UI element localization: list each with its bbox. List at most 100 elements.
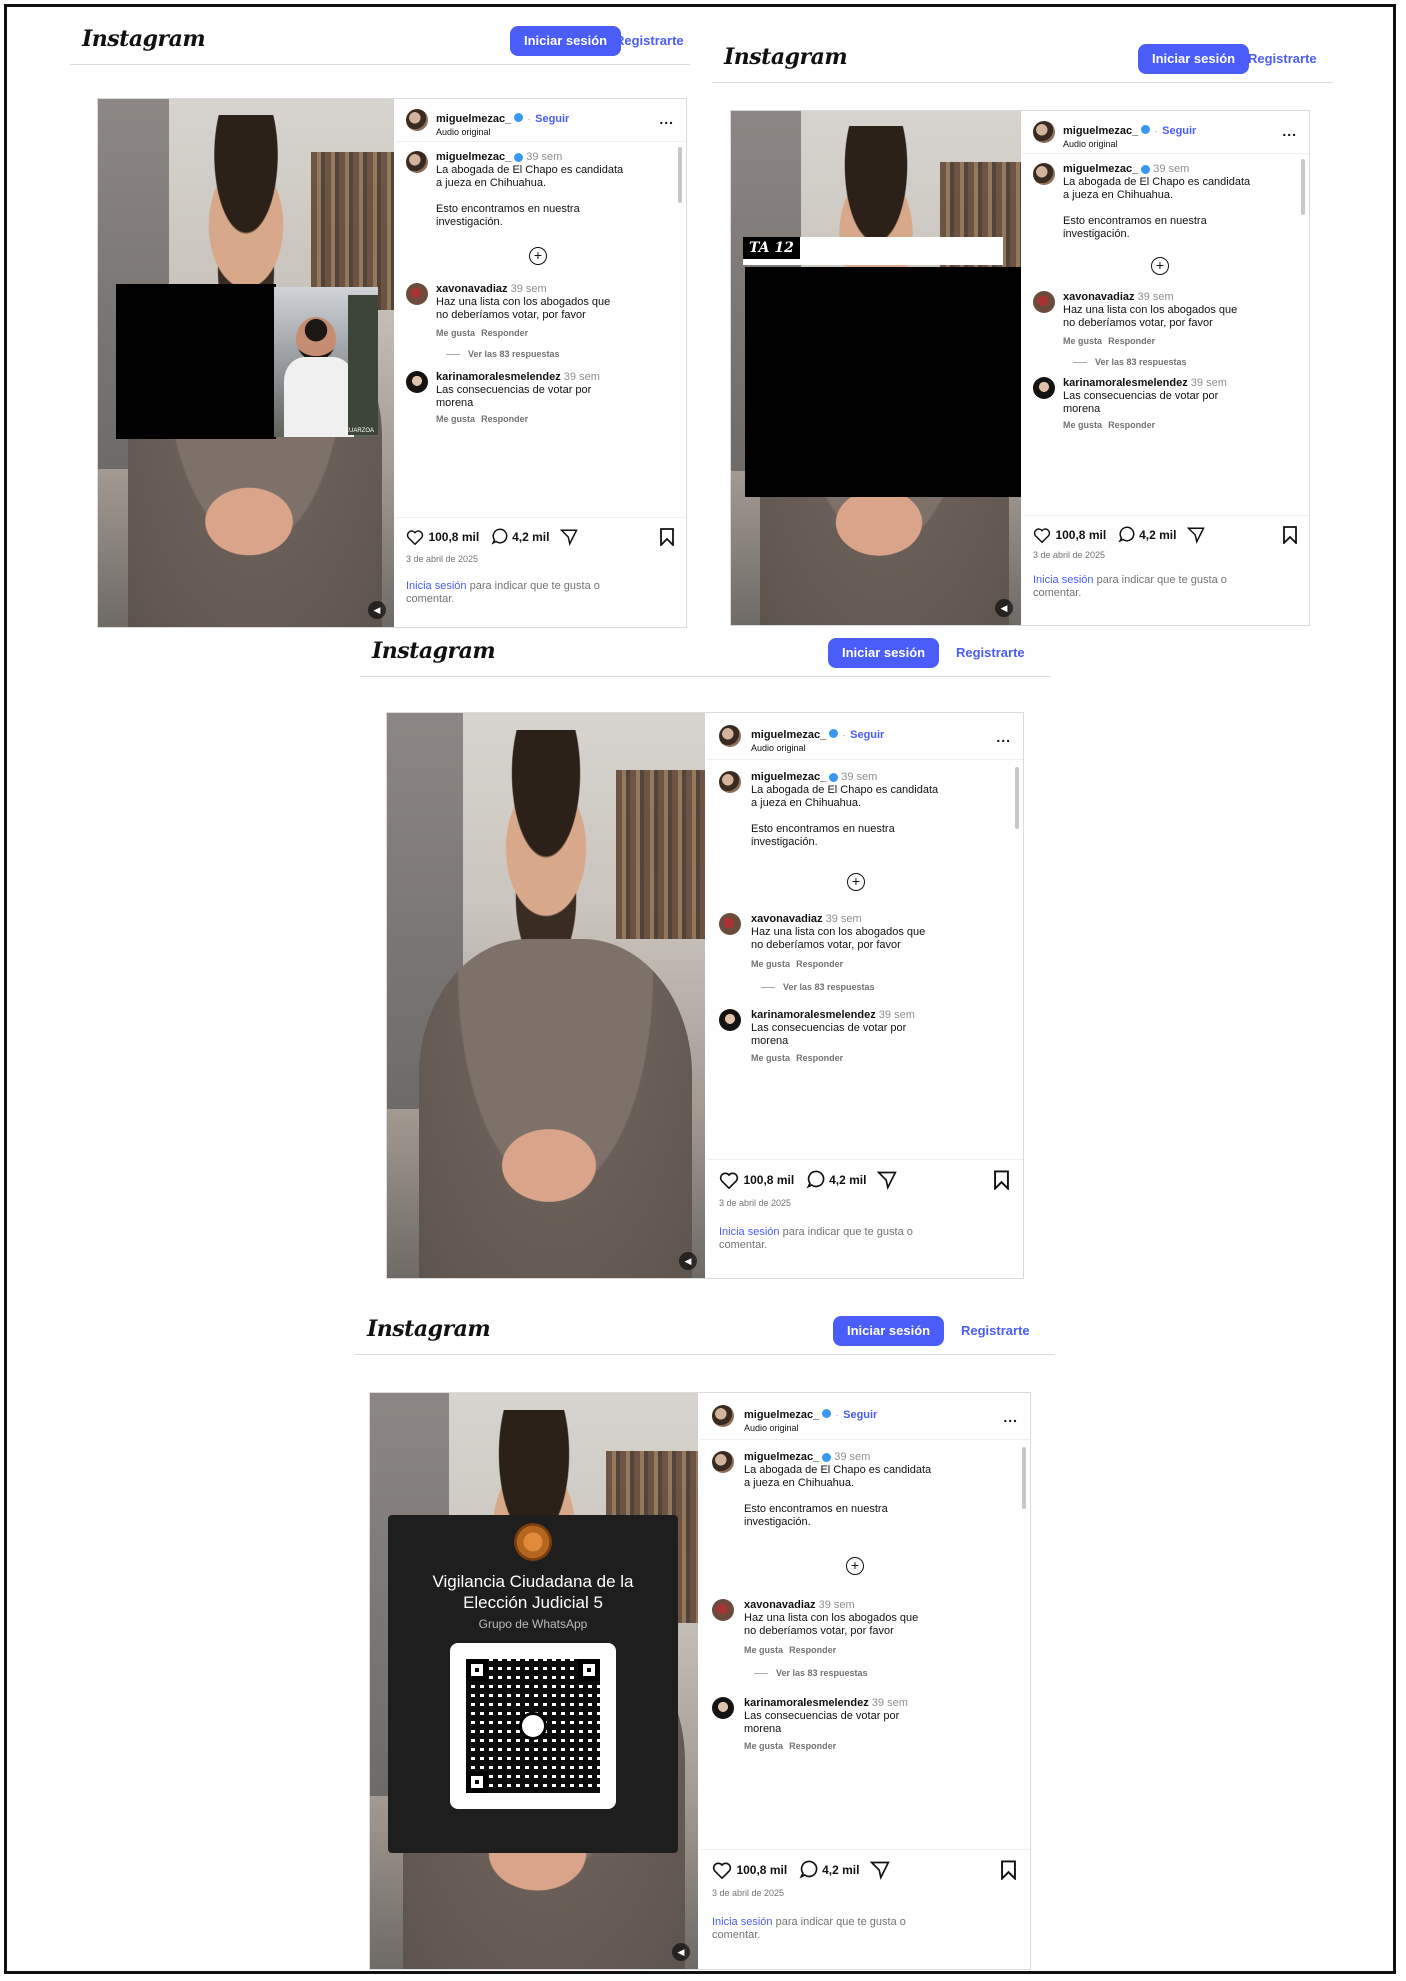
- instagram-logo[interactable]: Instagram: [367, 1316, 491, 1342]
- commenter-avatar[interactable]: [406, 283, 428, 305]
- audio-label[interactable]: Audio original: [751, 743, 884, 753]
- comments-scrollbar[interactable]: [1022, 1447, 1026, 1509]
- register-link[interactable]: Registrarte: [956, 638, 1025, 668]
- comment-icon[interactable]: [490, 528, 508, 546]
- login-button[interactable]: Iniciar sesión: [1138, 44, 1250, 74]
- register-link[interactable]: Registrarte: [615, 26, 684, 56]
- signin-link[interactable]: Inicia sesión: [406, 580, 467, 592]
- like-comment-button[interactable]: Me gusta: [751, 1053, 790, 1063]
- author-avatar[interactable]: [406, 109, 428, 131]
- reply-button[interactable]: Responder: [481, 328, 528, 338]
- author-avatar[interactable]: [406, 151, 428, 173]
- reply-button[interactable]: Responder: [796, 1053, 843, 1063]
- audio-label[interactable]: Audio original: [1063, 139, 1196, 149]
- more-options-icon[interactable]: ...: [996, 729, 1011, 745]
- follow-button[interactable]: Seguir: [843, 1409, 877, 1421]
- author-avatar[interactable]: [712, 1451, 734, 1473]
- reply-button[interactable]: Responder: [789, 1645, 836, 1655]
- author-avatar[interactable]: [1033, 121, 1055, 143]
- commenter-avatar[interactable]: [1033, 291, 1055, 313]
- like-comment-button[interactable]: Me gusta: [751, 959, 790, 969]
- load-more-icon[interactable]: +: [847, 873, 865, 891]
- comments-scrollbar[interactable]: [678, 147, 682, 203]
- comments-scrollbar[interactable]: [1301, 159, 1305, 215]
- commenter-avatar[interactable]: [719, 1009, 741, 1031]
- save-icon[interactable]: [994, 1170, 1009, 1190]
- author-username[interactable]: miguelmezac_: [1063, 125, 1138, 137]
- instagram-logo[interactable]: Instagram: [724, 44, 848, 70]
- reply-button[interactable]: Responder: [1108, 420, 1155, 430]
- mute-icon[interactable]: ◀: [368, 601, 386, 619]
- heart-icon[interactable]: [1033, 527, 1051, 543]
- view-replies-button[interactable]: Ver las 83 respuestas: [468, 349, 560, 359]
- view-replies-button[interactable]: Ver las 83 respuestas: [783, 982, 875, 992]
- author-username[interactable]: miguelmezac_: [744, 1409, 819, 1421]
- signin-link[interactable]: Inicia sesión: [712, 1916, 773, 1928]
- login-button[interactable]: Iniciar sesión: [510, 26, 622, 56]
- load-more-icon[interactable]: +: [846, 1557, 864, 1575]
- comments-scrollbar[interactable]: [1015, 767, 1019, 829]
- instagram-logo[interactable]: Instagram: [82, 26, 206, 52]
- commenter-avatar[interactable]: [406, 371, 428, 393]
- save-icon[interactable]: [660, 528, 674, 546]
- signin-link[interactable]: Inicia sesión: [1033, 574, 1094, 586]
- save-icon[interactable]: [1001, 1860, 1016, 1880]
- share-icon[interactable]: [869, 1860, 890, 1880]
- like-comment-button[interactable]: Me gusta: [1063, 420, 1102, 430]
- reply-button[interactable]: Responder: [481, 414, 528, 424]
- mute-icon[interactable]: ◀: [995, 599, 1013, 617]
- video-player[interactable]: ◀: [387, 713, 705, 1278]
- register-link[interactable]: Registrarte: [1248, 44, 1317, 74]
- commenter-avatar[interactable]: [712, 1697, 734, 1719]
- audio-label[interactable]: Audio original: [436, 127, 569, 137]
- mute-icon[interactable]: ◀: [679, 1252, 697, 1270]
- mute-icon[interactable]: ◀: [672, 1943, 690, 1961]
- like-comment-button[interactable]: Me gusta: [744, 1741, 783, 1751]
- load-more-icon[interactable]: +: [529, 247, 547, 265]
- video-player[interactable]: Vigilancia Ciudadana de la Elección Judi…: [370, 1393, 698, 1969]
- like-comment-button[interactable]: Me gusta: [436, 328, 475, 338]
- heart-icon[interactable]: [712, 1861, 732, 1879]
- share-icon[interactable]: [559, 528, 578, 546]
- qr-code[interactable]: [450, 1643, 616, 1809]
- comment-icon[interactable]: [805, 1170, 825, 1190]
- more-options-icon[interactable]: ...: [659, 111, 674, 127]
- save-icon[interactable]: [1283, 526, 1297, 544]
- author-avatar[interactable]: [1033, 163, 1055, 185]
- author-username[interactable]: miguelmezac_: [751, 729, 826, 741]
- login-button[interactable]: Iniciar sesión: [833, 1316, 945, 1346]
- commenter-avatar[interactable]: [719, 913, 741, 935]
- video-player[interactable]: TA 12 ◀: [731, 111, 1021, 625]
- like-comment-button[interactable]: Me gusta: [744, 1645, 783, 1655]
- instagram-logo[interactable]: Instagram: [372, 638, 496, 664]
- follow-button[interactable]: Seguir: [850, 729, 884, 741]
- author-avatar[interactable]: [719, 725, 741, 747]
- author-avatar[interactable]: [712, 1405, 734, 1427]
- reply-button[interactable]: Responder: [789, 1741, 836, 1751]
- like-comment-button[interactable]: Me gusta: [436, 414, 475, 424]
- follow-button[interactable]: Seguir: [1162, 125, 1196, 137]
- comment-icon[interactable]: [1117, 526, 1135, 544]
- like-comment-button[interactable]: Me gusta: [1063, 336, 1102, 346]
- author-avatar[interactable]: [719, 771, 741, 793]
- more-options-icon[interactable]: ...: [1003, 1409, 1018, 1425]
- view-replies-button[interactable]: Ver las 83 respuestas: [1095, 357, 1187, 367]
- load-more-icon[interactable]: +: [1151, 257, 1169, 275]
- heart-icon[interactable]: [406, 529, 424, 545]
- register-link[interactable]: Registrarte: [961, 1316, 1030, 1346]
- share-icon[interactable]: [1186, 526, 1205, 544]
- more-options-icon[interactable]: ...: [1282, 123, 1297, 139]
- view-replies-button[interactable]: Ver las 83 respuestas: [776, 1668, 868, 1678]
- follow-button[interactable]: Seguir: [535, 113, 569, 125]
- commenter-avatar[interactable]: [712, 1599, 734, 1621]
- video-player[interactable]: CUARZOA ◀: [98, 99, 394, 627]
- commenter-avatar[interactable]: [1033, 377, 1055, 399]
- reply-button[interactable]: Responder: [1108, 336, 1155, 346]
- author-username[interactable]: miguelmezac_: [436, 113, 511, 125]
- share-icon[interactable]: [876, 1170, 897, 1190]
- audio-label[interactable]: Audio original: [744, 1423, 877, 1433]
- comment-icon[interactable]: [798, 1860, 818, 1880]
- login-button[interactable]: Iniciar sesión: [828, 638, 940, 668]
- heart-icon[interactable]: [719, 1171, 739, 1189]
- reply-button[interactable]: Responder: [796, 959, 843, 969]
